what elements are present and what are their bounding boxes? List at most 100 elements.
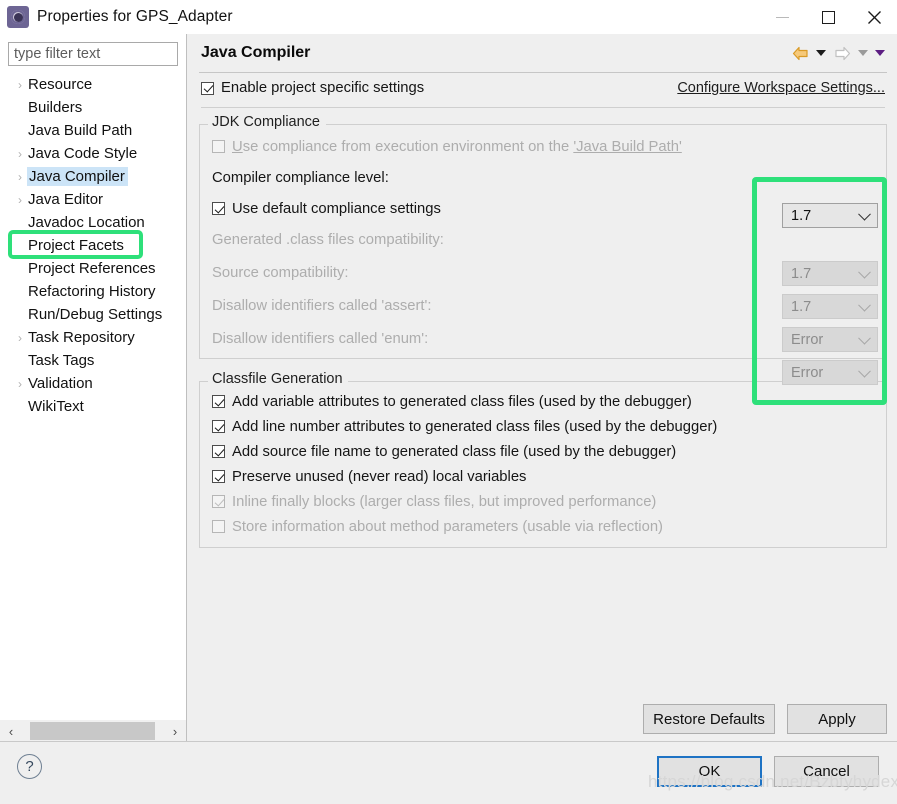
sidebar-item-label: WikiText bbox=[28, 398, 84, 415]
use-default-compliance-row: Use default compliance settings bbox=[210, 194, 876, 223]
use-default-compliance-checkbox[interactable] bbox=[212, 202, 225, 215]
dialog-footer: ? OK Cancel bbox=[0, 741, 897, 804]
classfile-option-row[interactable]: Add variable attributes to generated cla… bbox=[210, 389, 876, 414]
sidebar-item-label: Task Repository bbox=[28, 329, 135, 346]
page-menu-dropdown-icon[interactable] bbox=[873, 43, 887, 63]
configure-workspace-settings-link[interactable]: Configure Workspace Settings... bbox=[677, 80, 887, 96]
settings-tree-list: ›Resource›Builders›Java Build Path›Java … bbox=[0, 73, 186, 418]
restore-defaults-button[interactable]: Restore Defaults bbox=[643, 704, 775, 734]
expand-chevron-right-icon[interactable]: › bbox=[12, 331, 28, 345]
scrollbar-thumb[interactable] bbox=[30, 722, 155, 740]
jdk-row-label: Disallow identifiers called 'assert': bbox=[212, 297, 432, 314]
sidebar-item-javadoc-location[interactable]: ›Javadoc Location bbox=[0, 211, 186, 234]
sidebar-item-java-build-path[interactable]: ›Java Build Path bbox=[0, 119, 186, 142]
ok-button[interactable]: OK bbox=[657, 756, 762, 787]
tree-horizontal-scrollbar[interactable]: ‹ › bbox=[0, 719, 186, 742]
forward-dropdown-icon bbox=[856, 43, 870, 63]
sidebar-item-java-code-style[interactable]: › Java Code Style bbox=[0, 142, 186, 165]
sidebar-item-project-facets[interactable]: ›Project Facets bbox=[0, 234, 186, 257]
apply-button[interactable]: Apply bbox=[787, 704, 887, 734]
expand-chevron-right-icon[interactable]: › bbox=[12, 377, 28, 391]
sidebar-item-label: Run/Debug Settings bbox=[28, 306, 163, 323]
scroll-left-icon[interactable]: ‹ bbox=[0, 720, 22, 742]
classfile-options-list: Add variable attributes to generated cla… bbox=[210, 381, 876, 539]
close-button[interactable] bbox=[851, 0, 897, 34]
sidebar-item-java-editor[interactable]: › Java Editor bbox=[0, 188, 186, 211]
classfile-option-checkbox[interactable] bbox=[212, 420, 225, 433]
filter-wrapper bbox=[0, 34, 186, 70]
jdk-compliance-detail-rows: Generated .class files compatibility: Sou… bbox=[210, 223, 876, 355]
sidebar-item-project-references[interactable]: ›Project References bbox=[0, 257, 186, 280]
sidebar-item-wikitext[interactable]: ›WikiText bbox=[0, 395, 186, 418]
use-exec-env-text-rest: se compliance from execution environment… bbox=[242, 138, 574, 155]
compiler-compliance-level-label: Compiler compliance level: bbox=[212, 169, 389, 186]
classfile-option-checkbox bbox=[212, 520, 225, 533]
classfile-option-label: Store information about method parameter… bbox=[232, 518, 663, 535]
scroll-right-icon[interactable]: › bbox=[164, 720, 186, 742]
chevron-down-icon bbox=[858, 265, 871, 279]
classfile-generation-group: Classfile Generation Add variable attrib… bbox=[199, 371, 887, 548]
use-execution-environment-label: Use compliance from execution environmen… bbox=[232, 139, 682, 155]
maximize-button[interactable] bbox=[805, 0, 851, 34]
settings-tree-pane: ›Resource›Builders›Java Build Path›Java … bbox=[0, 34, 187, 742]
combo-value: 1.7 bbox=[791, 265, 812, 282]
scrollbar-track[interactable] bbox=[22, 720, 164, 742]
window-controls bbox=[759, 0, 897, 34]
sidebar-item-label: Java Compiler bbox=[27, 167, 128, 186]
close-icon bbox=[867, 10, 881, 24]
sidebar-item-task-repository[interactable]: › Task Repository bbox=[0, 326, 186, 349]
dialog-buttons: OK Cancel bbox=[657, 756, 879, 787]
sidebar-item-label: Javadoc Location bbox=[28, 214, 145, 231]
minimize-button[interactable] bbox=[759, 0, 805, 34]
sidebar-item-java-compiler[interactable]: › Java Compiler bbox=[0, 165, 186, 188]
classfile-option-row[interactable]: Add source file name to generated class … bbox=[210, 439, 876, 464]
jdk-compliance-group: JDK Compliance Use compliance from execu… bbox=[199, 114, 887, 359]
use-default-compliance-label: Use default compliance settings bbox=[232, 200, 441, 217]
chevron-down-icon[interactable] bbox=[858, 207, 871, 221]
jdk-row-2: Disallow identifiers called 'assert': bbox=[210, 289, 876, 322]
sidebar-item-label: Java Build Path bbox=[28, 122, 133, 139]
classfile-option-row[interactable]: Add line number attributes to generated … bbox=[210, 414, 876, 439]
use-exec-env-underline-u: U bbox=[232, 138, 243, 155]
content-divider bbox=[201, 107, 885, 108]
back-dropdown-icon[interactable] bbox=[814, 43, 828, 63]
disallow-enum-combo: Error bbox=[782, 360, 878, 385]
sidebar-item-builders[interactable]: ›Builders bbox=[0, 96, 186, 119]
java-build-path-link: 'Java Build Path' bbox=[573, 138, 682, 155]
sidebar-item-label: Project References bbox=[28, 260, 156, 277]
page-navigation bbox=[789, 43, 887, 63]
page-action-buttons: Restore Defaults Apply bbox=[643, 704, 887, 734]
window-titlebar: Properties for GPS_Adapter bbox=[0, 0, 897, 34]
sidebar-item-run-debug-settings[interactable]: ›Run/Debug Settings bbox=[0, 303, 186, 326]
classfile-option-checkbox[interactable] bbox=[212, 470, 225, 483]
jdk-row-0: Generated .class files compatibility: bbox=[210, 223, 876, 256]
compiler-compliance-level-combo[interactable]: 1.7 bbox=[782, 203, 878, 228]
help-icon[interactable]: ? bbox=[17, 754, 42, 779]
jdk-row-label: Source compatibility: bbox=[212, 264, 349, 281]
classfile-option-row[interactable]: Preserve unused (never read) local varia… bbox=[210, 464, 876, 489]
classfile-generation-title: Classfile Generation bbox=[208, 371, 348, 387]
expand-chevron-right-icon[interactable]: › bbox=[12, 78, 28, 92]
sidebar-item-refactoring-history[interactable]: ›Refactoring History bbox=[0, 280, 186, 303]
sidebar-item-task-tags[interactable]: ›Task Tags bbox=[0, 349, 186, 372]
group-border-right bbox=[326, 124, 886, 125]
combo-value: 1.7 bbox=[791, 298, 812, 315]
settings-tree: ›Resource›Builders›Java Build Path›Java … bbox=[0, 70, 186, 719]
classfile-option-checkbox bbox=[212, 495, 225, 508]
classfile-option-label: Add variable attributes to generated cla… bbox=[232, 393, 692, 410]
expand-chevron-right-icon[interactable]: › bbox=[12, 170, 28, 184]
jdk-row-1: Source compatibility: bbox=[210, 256, 876, 289]
cancel-button[interactable]: Cancel bbox=[774, 756, 879, 787]
filter-input[interactable] bbox=[8, 42, 178, 66]
forward-arrow-icon bbox=[831, 43, 853, 63]
classfile-option-checkbox[interactable] bbox=[212, 445, 225, 458]
generated-class-compatibility-combo: 1.7 bbox=[782, 261, 878, 286]
enable-project-specific-checkbox[interactable] bbox=[201, 81, 214, 95]
classfile-option-checkbox[interactable] bbox=[212, 395, 225, 408]
expand-chevron-right-icon[interactable]: › bbox=[12, 193, 28, 207]
sidebar-item-label: Resource bbox=[28, 76, 93, 93]
sidebar-item-resource[interactable]: › Resource bbox=[0, 73, 186, 96]
back-arrow-icon[interactable] bbox=[789, 43, 811, 63]
expand-chevron-right-icon[interactable]: › bbox=[12, 147, 28, 161]
sidebar-item-validation[interactable]: › Validation bbox=[0, 372, 186, 395]
